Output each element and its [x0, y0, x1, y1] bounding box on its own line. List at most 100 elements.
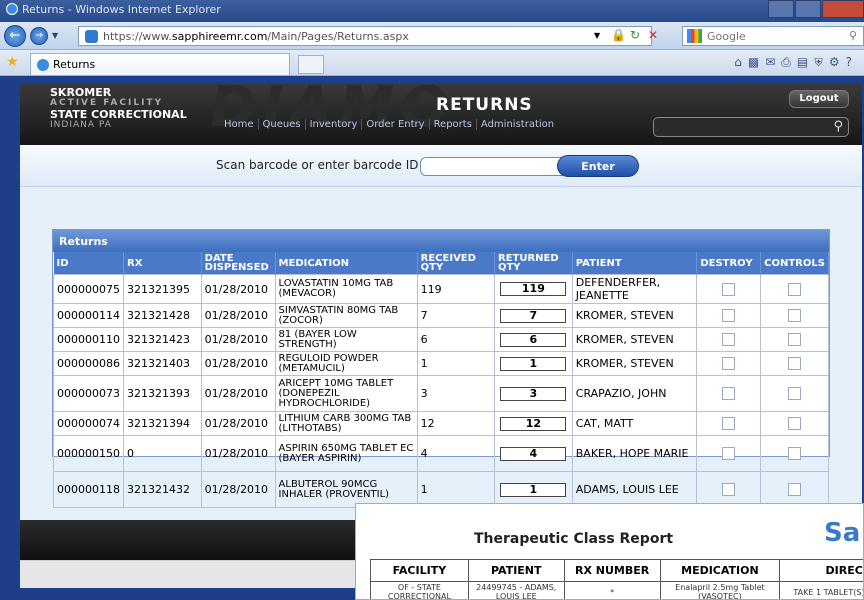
cell-medication: 81 (BAYER LOW STRENGTH) — [274, 327, 418, 352]
forward-button[interactable]: → — [30, 27, 48, 45]
destroy-checkbox[interactable] — [722, 387, 736, 400]
nav-home[interactable]: Home — [220, 119, 259, 130]
cell-patient: DEFENDERFER, JEANETTE — [571, 274, 698, 304]
cell-patient: BAKER, HOPE MARIE — [571, 435, 698, 472]
search-icon[interactable]: ⚲ — [849, 29, 857, 42]
controls-checkbox[interactable] — [788, 282, 802, 296]
nav-order-entry[interactable]: Order Entry — [362, 119, 430, 130]
table-row: 000000073 321321393 01/28/2010 ARICEPT 10MG… — [53, 375, 829, 412]
cell-date-dispensed: 01/28/2010 — [200, 303, 276, 328]
returns-table-body: 000000075 321321395 01/28/2010 LOVASTATIN 1… — [53, 274, 829, 508]
destroy-checkbox[interactable] — [722, 357, 736, 370]
print-icon[interactable]: ⎙ — [781, 55, 797, 69]
cell-controls — [760, 435, 829, 472]
logout-button[interactable]: Logout — [789, 90, 849, 108]
close-window-button[interactable] — [822, 0, 864, 18]
barcode-input[interactable] — [420, 157, 572, 176]
google-logo-icon — [687, 29, 702, 43]
returned-qty-input[interactable]: 12 — [500, 416, 567, 431]
cell-received-qty: 7 — [416, 303, 495, 328]
new-tab-button[interactable] — [298, 55, 324, 74]
returned-qty-input[interactable]: 7 — [500, 308, 567, 323]
col-id: ID — [53, 252, 124, 275]
command-bar: ⌂▩✉⎙▤⛨⚙? — [734, 55, 858, 70]
cell-rx: 321321394 — [123, 411, 202, 436]
controls-checkbox[interactable] — [788, 333, 802, 346]
username: SKROMER — [50, 86, 112, 99]
cell-destroy — [696, 274, 762, 304]
favorites-star-icon[interactable]: ★ — [6, 54, 19, 70]
lock-icon[interactable]: 🔒 — [611, 28, 626, 42]
address-bar-row: ← → ▼ https://www.sapphireemr.com/Main/P… — [0, 22, 864, 50]
controls-checkbox[interactable] — [788, 309, 802, 322]
report-title: Therapeutic Class Report — [473, 531, 674, 547]
help-icon[interactable]: ? — [846, 55, 858, 69]
controls-checkbox[interactable] — [788, 447, 802, 460]
tab-row: ★ Returns ⌂▩✉⎙▤⛨⚙? — [0, 50, 864, 76]
feeds-icon[interactable]: ▩ — [748, 55, 765, 69]
mail-icon[interactable]: ✉ — [765, 55, 781, 69]
controls-checkbox[interactable] — [788, 357, 802, 370]
page-menu-icon[interactable]: ▤ — [797, 55, 814, 69]
destroy-checkbox[interactable] — [722, 333, 736, 346]
refresh-icon[interactable]: ↻ — [630, 28, 640, 42]
controls-checkbox[interactable] — [788, 417, 802, 430]
destroy-checkbox[interactable] — [722, 447, 736, 460]
destroy-checkbox[interactable] — [722, 282, 736, 296]
cell-rx: 0 — [123, 435, 202, 472]
returned-qty-input[interactable]: 6 — [500, 332, 567, 347]
returned-qty-input[interactable]: 1 — [500, 482, 567, 497]
cell-controls — [760, 274, 829, 304]
history-dropdown-icon[interactable]: ▼ — [52, 31, 58, 40]
url-dropdown-icon[interactable]: ▼ — [594, 31, 600, 40]
scan-bar: Scan barcode or enter barcode ID : Enter — [20, 145, 862, 187]
cell-returned-qty: 6 — [493, 327, 573, 352]
browser-search-input[interactable]: Google ⚲ — [682, 26, 864, 46]
returned-qty-input[interactable]: 4 — [500, 446, 567, 461]
nav-reports[interactable]: Reports — [430, 119, 477, 130]
stop-icon[interactable]: ✕ — [648, 28, 658, 42]
site-favicon-icon — [85, 30, 98, 43]
cell-date-dispensed: 01/28/2010 — [200, 327, 276, 352]
nav-inventory[interactable]: Inventory — [306, 119, 363, 130]
back-button[interactable]: ← — [4, 25, 26, 47]
cell-returned-qty: 7 — [493, 303, 573, 328]
cell-id: 000000118 — [53, 471, 124, 508]
cell-patient: KROMER, STEVEN — [571, 303, 698, 328]
controls-checkbox[interactable] — [788, 387, 802, 400]
returned-qty-input[interactable]: 119 — [500, 282, 567, 296]
enter-button[interactable]: Enter — [557, 155, 639, 177]
table-row: 000000086 321321403 01/28/2010 REGULOID POW… — [53, 351, 829, 376]
nav-administration[interactable]: Administration — [477, 119, 558, 130]
returned-qty-input[interactable]: 1 — [500, 356, 567, 371]
report-cell-rx-number: * — [563, 581, 661, 599]
nav-queues[interactable]: Queues — [259, 119, 306, 130]
controls-checkbox[interactable] — [788, 483, 802, 496]
minimize-button[interactable] — [768, 0, 794, 18]
table-row: 000000110 321321423 01/28/2010 81 (BAYER LO… — [53, 327, 829, 352]
cell-received-qty: 12 — [416, 411, 495, 436]
cell-date-dispensed: 01/28/2010 — [200, 411, 276, 436]
home-icon[interactable]: ⌂ — [734, 55, 748, 69]
cell-received-qty: 1 — [416, 351, 495, 376]
page-title: RETURNS — [436, 95, 533, 115]
cell-returned-qty: 4 — [493, 435, 573, 472]
safety-menu-icon[interactable]: ⛨ — [814, 55, 829, 69]
tab-returns[interactable]: Returns — [30, 53, 290, 75]
header-search-input[interactable]: ⚲ — [653, 117, 849, 137]
col-received-qty: RECEIVED QTY — [417, 252, 495, 275]
url-input[interactable]: https://www.sapphireemr.com/Main/Pages/R… — [78, 26, 652, 46]
cell-received-qty: 6 — [416, 327, 495, 352]
cell-rx: 321321428 — [123, 303, 202, 328]
facility-location: INDIANA PA — [50, 120, 112, 130]
destroy-checkbox[interactable] — [722, 417, 736, 430]
cell-destroy — [696, 435, 762, 472]
cell-received-qty: 119 — [416, 274, 495, 304]
maximize-button[interactable] — [795, 0, 821, 18]
returned-qty-input[interactable]: 3 — [500, 386, 567, 401]
search-icon[interactable]: ⚲ — [833, 119, 843, 134]
tools-gear-icon[interactable]: ⚙ — [829, 55, 846, 69]
destroy-checkbox[interactable] — [722, 309, 736, 322]
destroy-checkbox[interactable] — [722, 483, 736, 496]
cell-destroy — [696, 351, 762, 376]
